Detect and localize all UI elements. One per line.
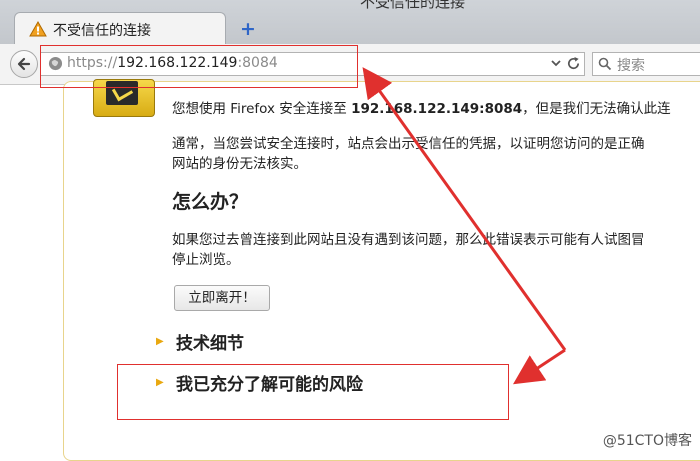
annotation-arrows bbox=[362, 67, 567, 385]
arrow-to-url bbox=[362, 67, 567, 351]
arrow-to-risk bbox=[512, 348, 566, 385]
